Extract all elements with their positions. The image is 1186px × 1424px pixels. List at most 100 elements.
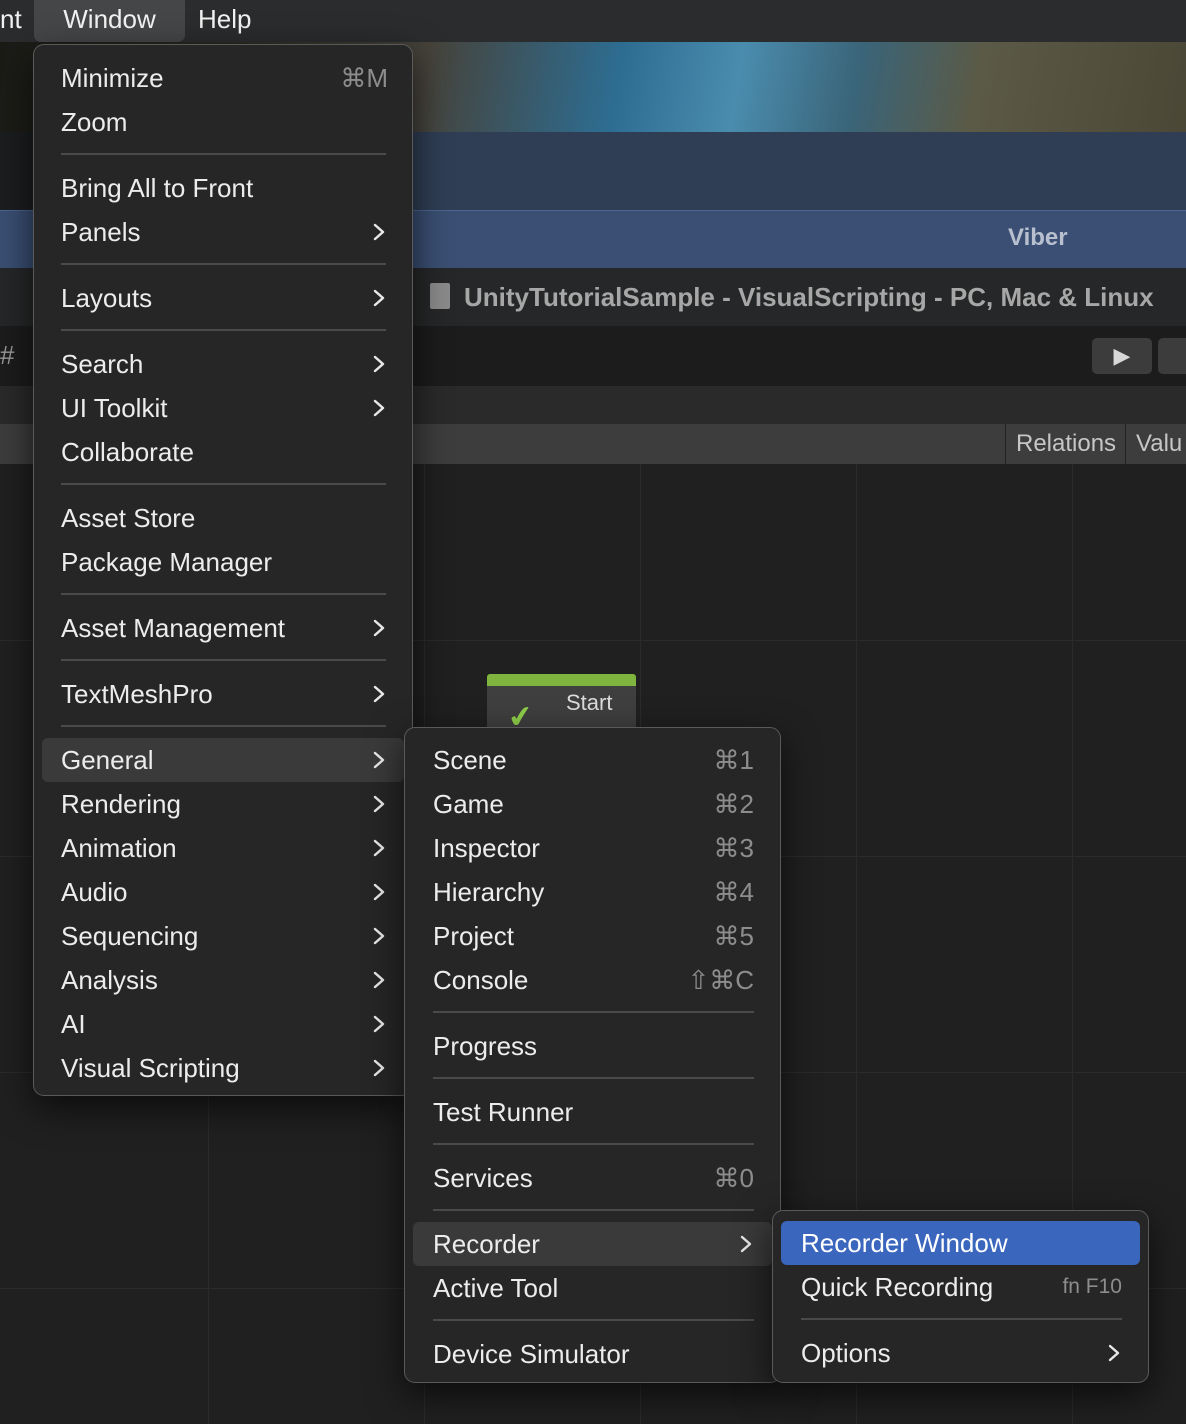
chevron-right-icon: [373, 883, 385, 901]
menu-item-options[interactable]: Options: [781, 1331, 1140, 1375]
chevron-right-icon: [373, 839, 385, 857]
menu-item-label: Progress: [433, 1031, 538, 1061]
menu-item-hierarchy[interactable]: Hierarchy ⌘4: [413, 870, 772, 914]
play-button[interactable]: ▶: [1092, 338, 1152, 374]
menu-item-bring-all-to-front[interactable]: Bring All to Front: [42, 166, 404, 210]
menu-item-ai[interactable]: AI: [42, 1002, 404, 1046]
menubar-item-help[interactable]: Help: [198, 0, 251, 42]
menu-item-layouts[interactable]: Layouts: [42, 276, 404, 320]
menu-separator: [61, 725, 386, 727]
menu-item-visual-scripting[interactable]: Visual Scripting: [42, 1046, 404, 1090]
menu-item-zoom[interactable]: Zoom: [42, 100, 404, 144]
chevron-right-icon: [373, 399, 385, 417]
menu-item-console[interactable]: Console ⇧⌘C: [413, 958, 772, 1002]
start-node-label: Start: [566, 690, 613, 715]
play-icon: ▶: [1113, 343, 1131, 368]
tab-values[interactable]: Valu: [1125, 424, 1182, 464]
chevron-right-icon: [373, 795, 385, 813]
menu-item-label: Options: [801, 1338, 891, 1368]
menu-item-label: Minimize: [61, 63, 164, 93]
unity-logo-icon: [430, 283, 450, 309]
menu-separator: [61, 153, 386, 155]
menu-item-sequencing[interactable]: Sequencing: [42, 914, 404, 958]
menu-item-services[interactable]: Services ⌘0: [413, 1156, 772, 1200]
menu-item-label: Services: [433, 1163, 533, 1193]
menu-item-label: Asset Management: [61, 613, 286, 643]
menu-item-audio[interactable]: Audio: [42, 870, 404, 914]
general-submenu: Scene ⌘1 Game ⌘2 Inspector ⌘3 Hierarchy …: [404, 727, 781, 1383]
unity-window-title: UnityTutorialSample - VisualScripting - …: [464, 282, 1154, 312]
shortcut-label: ⌘4: [713, 877, 754, 907]
shortcut-label: ⌘5: [713, 921, 754, 951]
menu-separator: [61, 593, 386, 595]
menu-item-analysis[interactable]: Analysis: [42, 958, 404, 1002]
menu-item-label: Sequencing: [61, 921, 199, 951]
menu-separator: [801, 1318, 1122, 1320]
chevron-right-icon: [373, 1015, 385, 1033]
menu-item-label: Panels: [61, 217, 141, 247]
menu-item-asset-store[interactable]: Asset Store: [42, 496, 404, 540]
chevron-right-icon: [373, 619, 385, 637]
menu-item-label: Hierarchy: [433, 877, 545, 907]
menu-item-label: Test Runner: [433, 1097, 574, 1127]
menu-item-game[interactable]: Game ⌘2: [413, 782, 772, 826]
menu-item-minimize[interactable]: Minimize ⌘M: [42, 56, 404, 100]
shortcut-label: ⌘M: [340, 63, 388, 93]
shortcut-label: ⌘3: [713, 833, 754, 863]
menu-item-label: Recorder: [433, 1229, 540, 1259]
menu-item-asset-management[interactable]: Asset Management: [42, 606, 404, 650]
menu-item-label: Scene: [433, 745, 507, 775]
menu-item-label: Search: [61, 349, 144, 379]
menu-separator: [61, 659, 386, 661]
menu-item-label: Bring All to Front: [61, 173, 254, 203]
menu-item-panels[interactable]: Panels: [42, 210, 404, 254]
chevron-right-icon: [373, 685, 385, 703]
menu-item-inspector[interactable]: Inspector ⌘3: [413, 826, 772, 870]
menu-separator: [61, 483, 386, 485]
menu-item-label: Console: [433, 965, 529, 995]
menu-separator: [433, 1209, 754, 1211]
menu-item-quick-recording[interactable]: Quick Recording fn F10: [781, 1265, 1140, 1309]
menu-item-label: Game: [433, 789, 504, 819]
menu-item-recorder[interactable]: Recorder: [413, 1222, 772, 1266]
menu-item-search[interactable]: Search: [42, 342, 404, 386]
chevron-right-icon: [373, 223, 385, 241]
menubar-item-prev[interactable]: nt: [0, 0, 30, 42]
menubar-item-window[interactable]: Window: [34, 0, 185, 42]
menu-item-progress[interactable]: Progress: [413, 1024, 772, 1068]
menu-item-label: Project: [433, 921, 514, 951]
menu-item-label: Package Manager: [61, 547, 273, 577]
menu-item-animation[interactable]: Animation: [42, 826, 404, 870]
menu-item-ui-toolkit[interactable]: UI Toolkit: [42, 386, 404, 430]
menu-item-general[interactable]: General: [42, 738, 404, 782]
menu-item-active-tool[interactable]: Active Tool: [413, 1266, 772, 1310]
menu-item-label: Collaborate: [61, 437, 194, 467]
menu-item-device-simulator[interactable]: Device Simulator: [413, 1332, 772, 1376]
shortcut-label: ⇧⌘C: [687, 965, 754, 995]
viber-window-title: Viber: [1008, 224, 1068, 251]
menu-item-project[interactable]: Project ⌘5: [413, 914, 772, 958]
chevron-right-icon: [373, 971, 385, 989]
tab-relations[interactable]: Relations: [1005, 424, 1116, 464]
shortcut-label: fn F10: [1062, 1275, 1122, 1298]
chevron-right-icon: [373, 289, 385, 307]
menu-item-label: UI Toolkit: [61, 393, 168, 423]
pause-button[interactable]: [1158, 338, 1186, 374]
menu-item-test-runner[interactable]: Test Runner: [413, 1090, 772, 1134]
menu-separator: [433, 1143, 754, 1145]
menu-item-textmeshpro[interactable]: TextMeshPro: [42, 672, 404, 716]
chevron-right-icon: [373, 751, 385, 769]
menu-item-label: Asset Store: [61, 503, 196, 533]
chevron-right-icon: [373, 1059, 385, 1077]
menu-item-scene[interactable]: Scene ⌘1: [413, 738, 772, 782]
menu-item-label: Device Simulator: [433, 1339, 630, 1369]
menu-item-recorder-window[interactable]: Recorder Window: [781, 1221, 1140, 1265]
menu-item-collaborate[interactable]: Collaborate: [42, 430, 404, 474]
menu-item-label: AI: [61, 1009, 86, 1039]
menu-item-label: Audio: [61, 877, 128, 907]
chevron-right-icon: [373, 927, 385, 945]
menu-item-rendering[interactable]: Rendering: [42, 782, 404, 826]
menu-item-label: Animation: [61, 833, 177, 863]
graph-tool-icon[interactable]: #: [0, 340, 14, 371]
menu-item-package-manager[interactable]: Package Manager: [42, 540, 404, 584]
